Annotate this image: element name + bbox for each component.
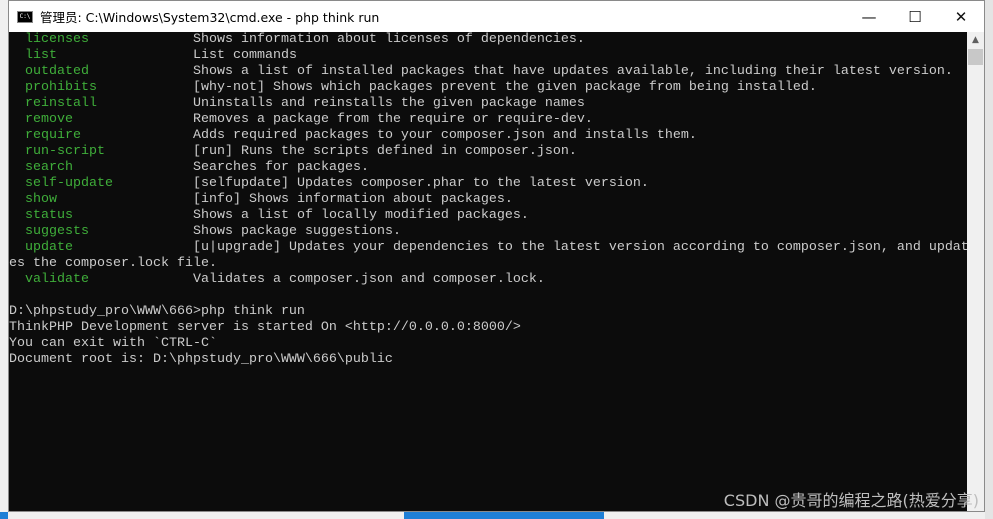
- command-name: status: [25, 208, 73, 223]
- scroll-up-icon[interactable]: ▲: [967, 32, 984, 49]
- command-name: update: [25, 240, 73, 255]
- console-line: licenses Shows information about license…: [9, 32, 969, 48]
- padding: [97, 96, 193, 111]
- background-window: [985, 0, 993, 519]
- console-output[interactable]: licenses Shows information about license…: [9, 32, 969, 511]
- padding: [113, 176, 193, 191]
- padding: [73, 240, 193, 255]
- minimize-button[interactable]: —: [846, 1, 892, 32]
- command-description: [info] Shows information about packages.: [192, 192, 513, 207]
- padding: [57, 192, 193, 207]
- console-line: Document root is: D:\phpstudy_pro\WWW\66…: [9, 352, 393, 367]
- command-name: require: [25, 128, 81, 143]
- command-description: Shows package suggestions.: [192, 224, 401, 239]
- padding: [89, 64, 193, 79]
- watermark: CSDN @贵哥的编程之路(热爱分享): [723, 491, 979, 510]
- taskbar-accent: [0, 512, 8, 519]
- padding: [73, 208, 193, 223]
- padding: [105, 144, 193, 159]
- command-name: run-script: [25, 144, 105, 159]
- console-line: search Searches for packages.: [9, 160, 969, 176]
- console-line: validate Validates a composer.json and c…: [9, 272, 969, 288]
- scrollbar-thumb[interactable]: [968, 49, 983, 65]
- command-name: list: [25, 48, 57, 63]
- console-line: run-script [run] Runs the scripts define…: [9, 144, 969, 160]
- command-description: Removes a package from the require or re…: [192, 112, 593, 127]
- command-description: Uninstalls and reinstalls the given pack…: [192, 96, 585, 111]
- command-description: List commands: [192, 48, 297, 63]
- command-description: [run] Runs the scripts defined in compos…: [192, 144, 577, 159]
- command-description: Shows a list of installed packages that …: [192, 64, 953, 79]
- command-description: Adds required packages to your composer.…: [192, 128, 697, 143]
- command-name: search: [25, 160, 73, 175]
- command-description: Shows information about licenses of depe…: [192, 32, 585, 47]
- console-line: list List commands: [9, 48, 969, 64]
- padding: [89, 224, 193, 239]
- cmd-window: C:\ 管理员: C:\Windows\System32\cmd.exe - p…: [8, 0, 985, 512]
- command-name: show: [25, 192, 57, 207]
- command-description: [u|upgrade] Updates your dependencies to…: [192, 240, 969, 255]
- command-name: suggests: [25, 224, 89, 239]
- console-line: update [u|upgrade] Updates your dependen…: [9, 240, 969, 256]
- maximize-button[interactable]: ☐: [892, 1, 938, 32]
- command-name: outdated: [25, 64, 89, 79]
- window-title: 管理员: C:\Windows\System32\cmd.exe - php t…: [40, 10, 380, 25]
- console-line: self-update [selfupdate] Updates compose…: [9, 176, 969, 192]
- padding: [89, 32, 193, 47]
- console-line: show [info] Shows information about pack…: [9, 192, 969, 208]
- console-line: remove Removes a package from the requir…: [9, 112, 969, 128]
- taskbar-accent: [404, 512, 604, 519]
- console-line: require Adds required packages to your c…: [9, 128, 969, 144]
- command-description: [why-not] Shows which packages prevent t…: [192, 80, 817, 95]
- padding: [81, 128, 193, 143]
- console-line: status Shows a list of locally modified …: [9, 208, 969, 224]
- cmd-icon: C:\: [17, 10, 33, 23]
- command-name: licenses: [25, 32, 89, 47]
- console-line: D:\phpstudy_pro\WWW\666>php think run: [9, 304, 305, 319]
- command-description: Validates a composer.json and composer.l…: [192, 272, 545, 287]
- console-line: ThinkPHP Development server is started O…: [9, 320, 521, 335]
- command-name: validate: [25, 272, 89, 287]
- scrollbar[interactable]: ▲: [967, 32, 984, 511]
- command-name: reinstall: [25, 96, 97, 111]
- console-line: You can exit with `CTRL-C`: [9, 336, 217, 351]
- padding: [73, 160, 193, 175]
- command-description: [selfupdate] Updates composer.phar to th…: [192, 176, 649, 191]
- padding: [73, 112, 193, 127]
- console-line: prohibits [why-not] Shows which packages…: [9, 80, 969, 96]
- command-name: prohibits: [25, 80, 97, 95]
- padding: [57, 48, 193, 63]
- command-description: Shows a list of locally modified package…: [192, 208, 529, 223]
- close-button[interactable]: ✕: [938, 1, 984, 32]
- padding: [89, 272, 193, 287]
- console-line: reinstall Uninstalls and reinstalls the …: [9, 96, 969, 112]
- command-description: Searches for packages.: [192, 160, 369, 175]
- title-bar[interactable]: C:\ 管理员: C:\Windows\System32\cmd.exe - p…: [9, 1, 984, 32]
- console-line: suggests Shows package suggestions.: [9, 224, 969, 240]
- command-name: remove: [25, 112, 73, 127]
- console-line: es the composer.lock file.: [9, 256, 217, 271]
- padding: [97, 80, 193, 95]
- console-line: outdated Shows a list of installed packa…: [9, 64, 969, 80]
- command-name: self-update: [25, 176, 113, 191]
